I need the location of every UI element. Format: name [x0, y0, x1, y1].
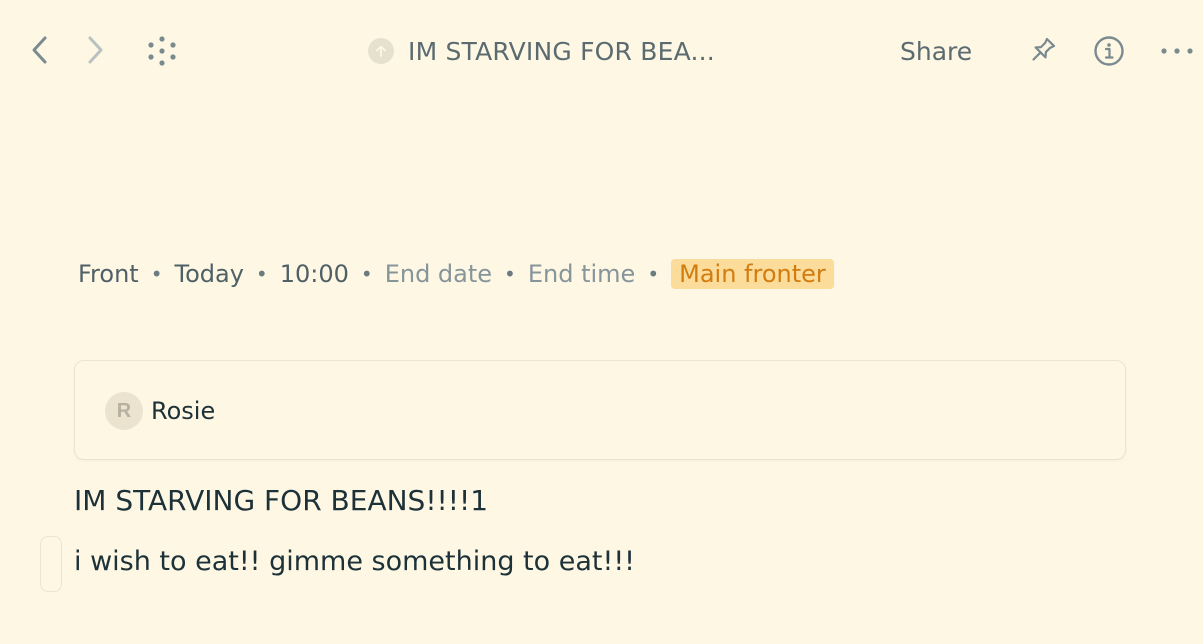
- back-button[interactable]: [22, 32, 58, 68]
- more-options-button[interactable]: [1155, 31, 1199, 71]
- title-label: IM STARVING FOR BEA...: [408, 36, 715, 66]
- separator: •: [504, 262, 516, 286]
- separator: •: [360, 262, 373, 286]
- separator: •: [150, 262, 163, 286]
- main-fronter-tag[interactable]: Main fronter: [671, 259, 834, 289]
- chevron-right-icon: [88, 36, 103, 64]
- member-chip[interactable]: R Rosie: [105, 392, 215, 430]
- arrow-up-circle-icon: [368, 38, 394, 64]
- type-property[interactable]: Front: [78, 260, 139, 288]
- end-time-property[interactable]: End time: [528, 260, 635, 288]
- top-bar: IM STARVING FOR BEA... Share: [0, 0, 1203, 100]
- pin-icon: [1032, 37, 1056, 61]
- separator: •: [647, 262, 660, 286]
- info-icon: [1094, 36, 1124, 66]
- note-body[interactable]: i wish to eat!! gimme something to eat!!…: [74, 546, 635, 577]
- block-drag-handle[interactable]: [40, 536, 62, 592]
- member-name: Rosie: [151, 397, 216, 425]
- sidebar-menu-button[interactable]: [142, 32, 182, 70]
- info-button[interactable]: [1089, 31, 1129, 71]
- document-title[interactable]: IM STARVING FOR BEA...: [368, 33, 715, 69]
- avatar: R: [105, 392, 143, 430]
- properties-row: Front • Today • 10:00 • End date • End t…: [78, 256, 834, 292]
- share-button[interactable]: Share: [900, 33, 972, 69]
- members-card: R Rosie: [74, 360, 1126, 460]
- dots-grid-icon: [148, 36, 176, 66]
- more-horizontal-icon: [1161, 48, 1193, 54]
- time-property[interactable]: 10:00: [280, 260, 349, 288]
- pin-button[interactable]: [1022, 31, 1062, 71]
- separator: •: [255, 262, 268, 286]
- end-date-property[interactable]: End date: [385, 260, 492, 288]
- chevron-left-icon: [32, 36, 47, 64]
- date-property[interactable]: Today: [175, 260, 244, 288]
- forward-button[interactable]: [77, 32, 113, 68]
- note-heading[interactable]: IM STARVING FOR BEANS!!!!1: [74, 484, 488, 517]
